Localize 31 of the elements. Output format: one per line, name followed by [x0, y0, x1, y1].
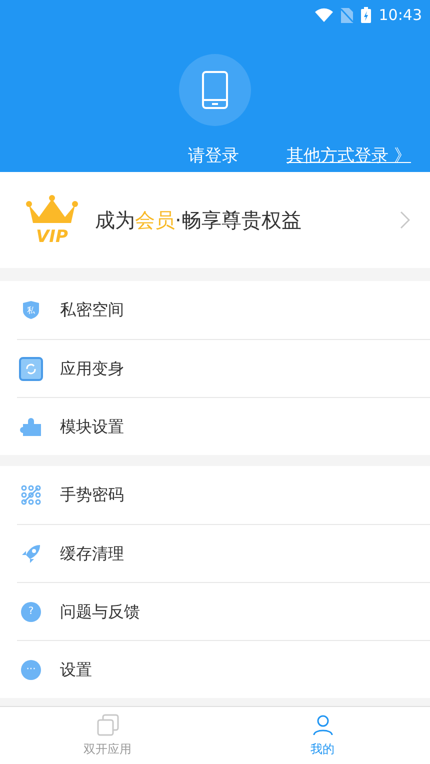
phone-icon: [201, 70, 229, 110]
menu-label: 手势密码: [60, 484, 124, 506]
person-icon: [312, 714, 334, 736]
pattern-icon: [21, 485, 41, 505]
menu-item[interactable]: 手势密码: [17, 466, 430, 524]
clock: 10:43: [378, 4, 422, 26]
shield-icon: 私: [22, 300, 40, 320]
vip-slogan: 成为会员·畅享尊贵权益: [95, 207, 302, 234]
more-icon: ···: [21, 660, 41, 680]
wifi-icon: [314, 8, 333, 22]
copy-icon: [96, 714, 118, 736]
puzzle-icon: [19, 416, 43, 438]
no-sim-icon: [340, 8, 353, 22]
rocket-icon: [20, 542, 42, 564]
chevron-right-icon: [400, 211, 410, 229]
menu-item[interactable]: ··· 设置: [17, 640, 430, 698]
vip-banner[interactable]: VIP 成为会员·畅享尊贵权益: [0, 172, 430, 268]
menu-label: 私密空间: [60, 299, 124, 321]
menu-item[interactable]: ? 问题与反馈: [17, 582, 430, 640]
battery-icon: [360, 7, 371, 23]
menu-item[interactable]: 模块设置: [17, 397, 430, 455]
help-icon: ?: [21, 602, 41, 622]
menu-item[interactable]: 私 私密空间: [17, 281, 430, 339]
menu-item[interactable]: 缓存清理: [17, 524, 430, 582]
menu-label: 问题与反馈: [60, 600, 140, 622]
menu-label: 模块设置: [60, 416, 124, 438]
menu-label: 设置: [60, 658, 92, 680]
menu-label: 缓存清理: [60, 542, 124, 564]
refresh-icon: [19, 356, 43, 380]
menu-label: 应用变身: [60, 358, 124, 380]
menu-item[interactable]: 应用变身: [17, 339, 430, 397]
